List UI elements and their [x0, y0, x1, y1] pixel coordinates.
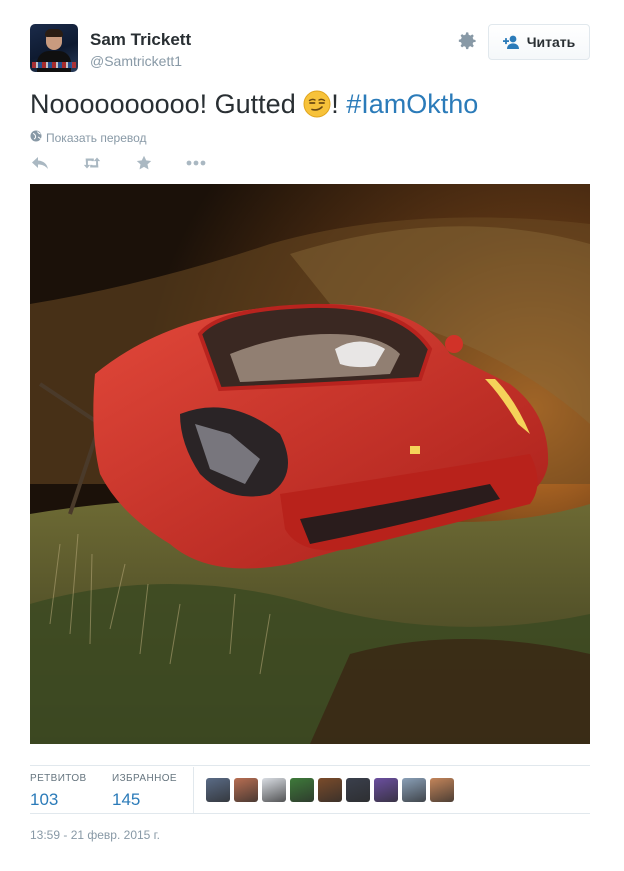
tweet-photo[interactable] — [30, 184, 590, 744]
divider-bottom — [30, 813, 590, 814]
favoriter-avatar[interactable] — [374, 778, 398, 802]
favorites-stat[interactable]: ИЗБРАННОЕ 145 — [112, 773, 177, 810]
favoriter-avatar[interactable] — [234, 778, 258, 802]
favoriter-avatar[interactable] — [402, 778, 426, 802]
follow-button[interactable]: Читать — [488, 24, 590, 60]
favoriter-avatar[interactable] — [430, 778, 454, 802]
favoriter-avatar[interactable] — [346, 778, 370, 802]
retweets-label: РЕТВИТОВ — [30, 773, 87, 784]
favoriter-avatar[interactable] — [290, 778, 314, 802]
divider-top — [30, 765, 590, 766]
translate-link[interactable]: Показать перевод — [30, 130, 147, 145]
favorites-count: 145 — [112, 790, 141, 809]
favoriter-avatar[interactable] — [318, 778, 342, 802]
tweet-text: Noooooooooo! Gutted ! #IamOktho — [30, 86, 478, 122]
retweet-icon[interactable] — [82, 153, 102, 173]
tweet-actions — [30, 152, 238, 174]
retweets-stat[interactable]: РЕТВИТОВ 103 — [30, 773, 87, 810]
stats-separator — [193, 767, 194, 814]
favoriter-avatar[interactable] — [262, 778, 286, 802]
more-icon[interactable] — [186, 153, 206, 173]
tweet-timestamp[interactable]: 13:59 - 21 февр. 2015 г. — [30, 828, 160, 842]
avatar[interactable] — [30, 24, 78, 72]
globe-icon — [30, 130, 42, 145]
tweet-text-end: ! — [331, 89, 347, 119]
tweet-text-start: Noooooooooo! Gutted — [30, 89, 304, 119]
favoriter-avatars — [206, 778, 454, 802]
smirking-face-emoji — [303, 90, 331, 118]
favoriter-avatar[interactable] — [206, 778, 230, 802]
translate-label: Показать перевод — [46, 130, 147, 145]
favorite-icon[interactable] — [134, 153, 154, 173]
hashtag-link[interactable]: #IamOktho — [346, 89, 478, 119]
gear-icon[interactable] — [456, 30, 478, 52]
follow-label: Читать — [526, 34, 576, 50]
add-person-icon — [502, 35, 521, 49]
retweets-count: 103 — [30, 790, 59, 809]
user-name[interactable]: Sam Trickett — [90, 30, 191, 50]
reply-icon[interactable] — [30, 153, 50, 173]
user-handle[interactable]: @Samtrickett1 — [90, 53, 182, 69]
favorites-label: ИЗБРАННОЕ — [112, 773, 177, 784]
